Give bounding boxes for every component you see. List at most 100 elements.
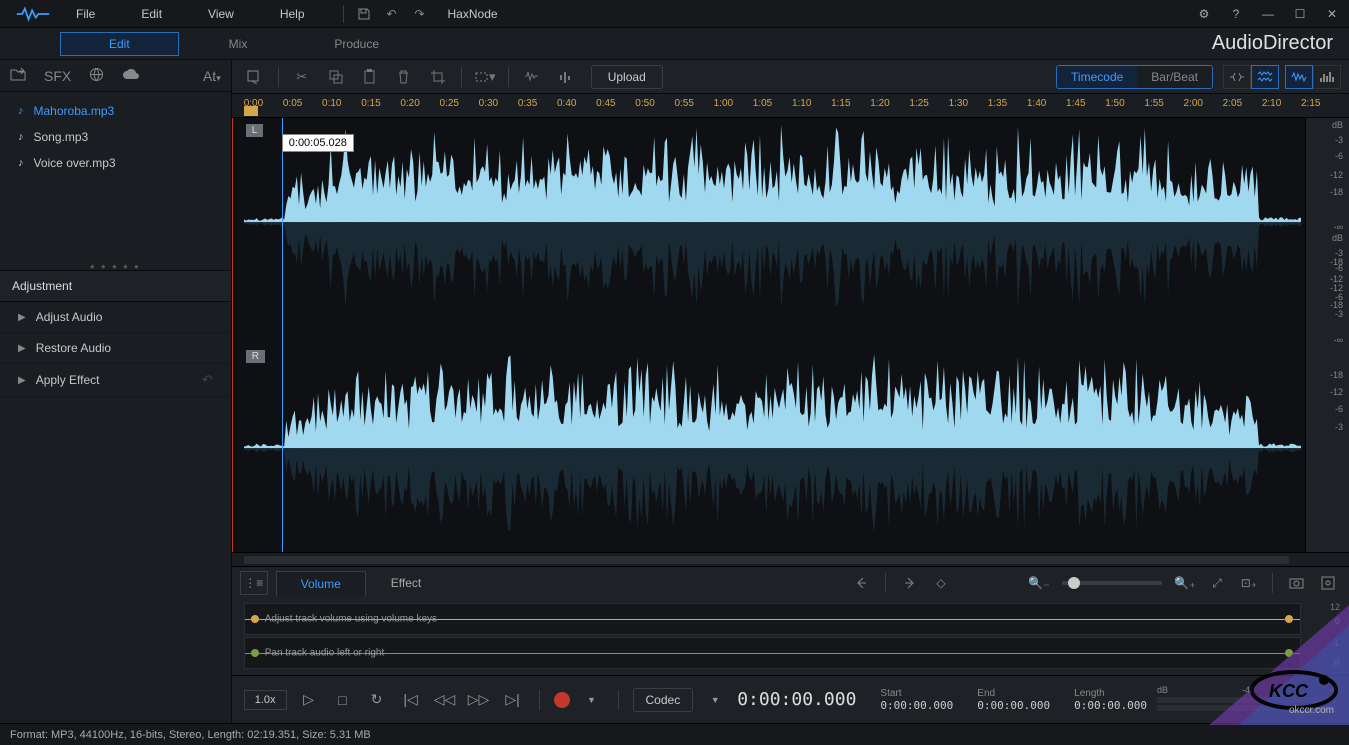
pan-hint: Pan track audio left or right [265,648,385,659]
mode-edit[interactable]: Edit [60,32,179,56]
sfx-button[interactable]: SFX [44,68,71,84]
main-menu: File Edit View Help [68,3,313,25]
app-logo-icon [8,0,58,28]
statusbar: Format: MP3, 44100Hz, 16-bits, Stereo, L… [0,723,1349,745]
editor-toolbar: ✂ ▾ Upload Timecode Bar/Beat [232,60,1349,94]
volume-track[interactable]: Adjust track volume using volume keys 12… [244,603,1301,635]
redo-icon[interactable]: ↷ [412,6,428,22]
keyframe-add-icon[interactable]: ◇ [928,572,954,594]
volume-hint: Adjust track volume using volume keys [265,614,437,625]
select-tool-icon[interactable]: ▾ [470,64,500,90]
forward-icon[interactable]: ▷▷ [467,688,491,712]
spectral-view-icon[interactable] [1313,65,1341,89]
go-start-icon[interactable]: |◁ [399,688,423,712]
restore-audio-item[interactable]: ▶Restore Audio [0,333,231,364]
menu-help[interactable]: Help [272,3,313,25]
time-display-toggle: Timecode Bar/Beat [1056,65,1213,89]
globe-icon[interactable] [89,67,104,85]
editor: ✂ ▾ Upload Timecode Bar/Beat [232,60,1349,723]
settings-panel-icon[interactable] [1315,572,1341,594]
expand-icon: ▶ [18,343,26,354]
cut-icon[interactable]: ✂ [287,64,317,90]
menu-file[interactable]: File [68,3,103,25]
time-ruler[interactable]: 0:000:050:100:150:200:250:300:350:400:45… [232,94,1349,118]
apply-effect-item[interactable]: ▶Apply Effect↶ [0,364,231,397]
file-name: Song.mp3 [34,130,89,144]
mode-mix[interactable]: Mix [179,33,298,55]
crop-icon[interactable] [423,64,453,90]
settings-icon[interactable]: ⚙ [1195,5,1213,23]
import-icon[interactable] [10,67,26,84]
cursor-time-tooltip: 0:00:05.028 [282,134,354,152]
start-time-group: Start 0:00:00.000 [880,688,953,712]
undo-icon[interactable]: ↶ [384,6,400,22]
undo-effect-icon[interactable]: ↶ [202,372,213,388]
waveform-split-icon[interactable] [1251,65,1279,89]
zoom-selection-icon[interactable] [240,64,270,90]
zoom-fit-icon[interactable]: ⊡₊ [1236,572,1262,594]
expand-icon: ▶ [18,375,26,386]
audio-file-icon: ♪ [18,105,24,117]
paste-icon[interactable] [355,64,385,90]
go-end-icon[interactable]: ▷| [501,688,525,712]
minimize-icon[interactable]: — [1259,5,1277,23]
audio-file-icon: ♪ [18,131,24,143]
horizontal-scrollbar[interactable] [232,552,1349,566]
waveform-area[interactable]: 0:00:05.028 L R dB-3-6-12-18-∞-18-12-6-3… [232,118,1349,552]
playback-speed[interactable]: 1.0x [244,690,287,710]
copy-icon[interactable] [321,64,351,90]
record-button[interactable] [554,692,570,708]
zoom-slider[interactable] [1062,581,1162,585]
font-size-button[interactable]: At▾ [203,68,221,84]
stop-icon[interactable]: □ [331,688,355,712]
maximize-icon[interactable]: ☐ [1291,5,1309,23]
menu-view[interactable]: View [200,3,242,25]
file-item[interactable]: ♪ Voice over.mp3 [0,150,231,176]
effects-icon[interactable] [551,64,581,90]
record-menu-icon[interactable]: ▼ [580,688,604,712]
mode-produce[interactable]: Produce [297,33,416,55]
keyframe-prev-icon[interactable] [849,572,875,594]
channel-left-label: L [246,124,264,137]
adjust-audio-item[interactable]: ▶Adjust Audio [0,302,231,333]
file-item[interactable]: ♪ Song.mp3 [0,124,231,150]
delete-icon[interactable] [389,64,419,90]
waveform-view-icon[interactable] [1285,65,1313,89]
barbeat-button[interactable]: Bar/Beat [1137,66,1212,88]
main-time-display: 0:00:00.000 [737,689,856,710]
tab-effect[interactable]: Effect [366,570,446,596]
titlebar: File Edit View Help ↶ ↷ HaxNode ⚙ ? — ☐ … [0,0,1349,28]
menu-edit[interactable]: Edit [133,3,170,25]
normalize-icon[interactable] [517,64,547,90]
codec-menu-icon[interactable]: ▼ [703,688,727,712]
file-item[interactable]: ♪ Mahoroba.mp3 [0,98,231,124]
file-list: ♪ Mahoroba.mp3 ♪ Song.mp3 ♪ Voice over.m… [0,92,231,262]
tab-volume[interactable]: Volume [276,571,366,596]
zoom-out-icon[interactable]: 🔍₋ [1026,572,1052,594]
zoom-in-icon[interactable]: 🔍₊ [1172,572,1198,594]
keyframe-next-icon[interactable] [896,572,922,594]
end-time-group: End 0:00:00.000 [977,688,1050,712]
help-icon[interactable]: ? [1227,5,1245,23]
upload-button[interactable]: Upload [591,65,663,89]
panel-menu-icon[interactable]: ⋮≡ [240,571,268,595]
panel-resize-handle[interactable]: ● ● ● ● ● [0,262,231,270]
transport-bar: 1.0x ▷ □ ↻ |◁ ◁◁ ▷▷ ▷| ▼ Codec ▼ 0:00:00… [232,675,1349,723]
save-icon[interactable] [356,6,372,22]
pan-track[interactable]: Pan track audio left or right L R [244,637,1301,669]
level-meter: dB-48-6 [1157,685,1337,715]
waveform-compact-icon[interactable] [1223,65,1251,89]
adjustment-header: Adjustment [0,270,231,302]
zoom-vertical-icon[interactable]: ⤢ [1204,572,1230,594]
rewind-icon[interactable]: ◁◁ [433,688,457,712]
cloud-icon[interactable] [122,68,140,84]
close-icon[interactable]: ✕ [1323,5,1341,23]
brand-label: AudioDirector [1212,32,1333,55]
snapshot-icon[interactable] [1283,572,1309,594]
timecode-button[interactable]: Timecode [1057,66,1137,88]
play-icon[interactable]: ▷ [297,688,321,712]
audio-file-icon: ♪ [18,157,24,169]
sidebar-toolbar: SFX At▾ [0,60,231,92]
codec-button[interactable]: Codec [633,688,694,712]
loop-icon[interactable]: ↻ [365,688,389,712]
